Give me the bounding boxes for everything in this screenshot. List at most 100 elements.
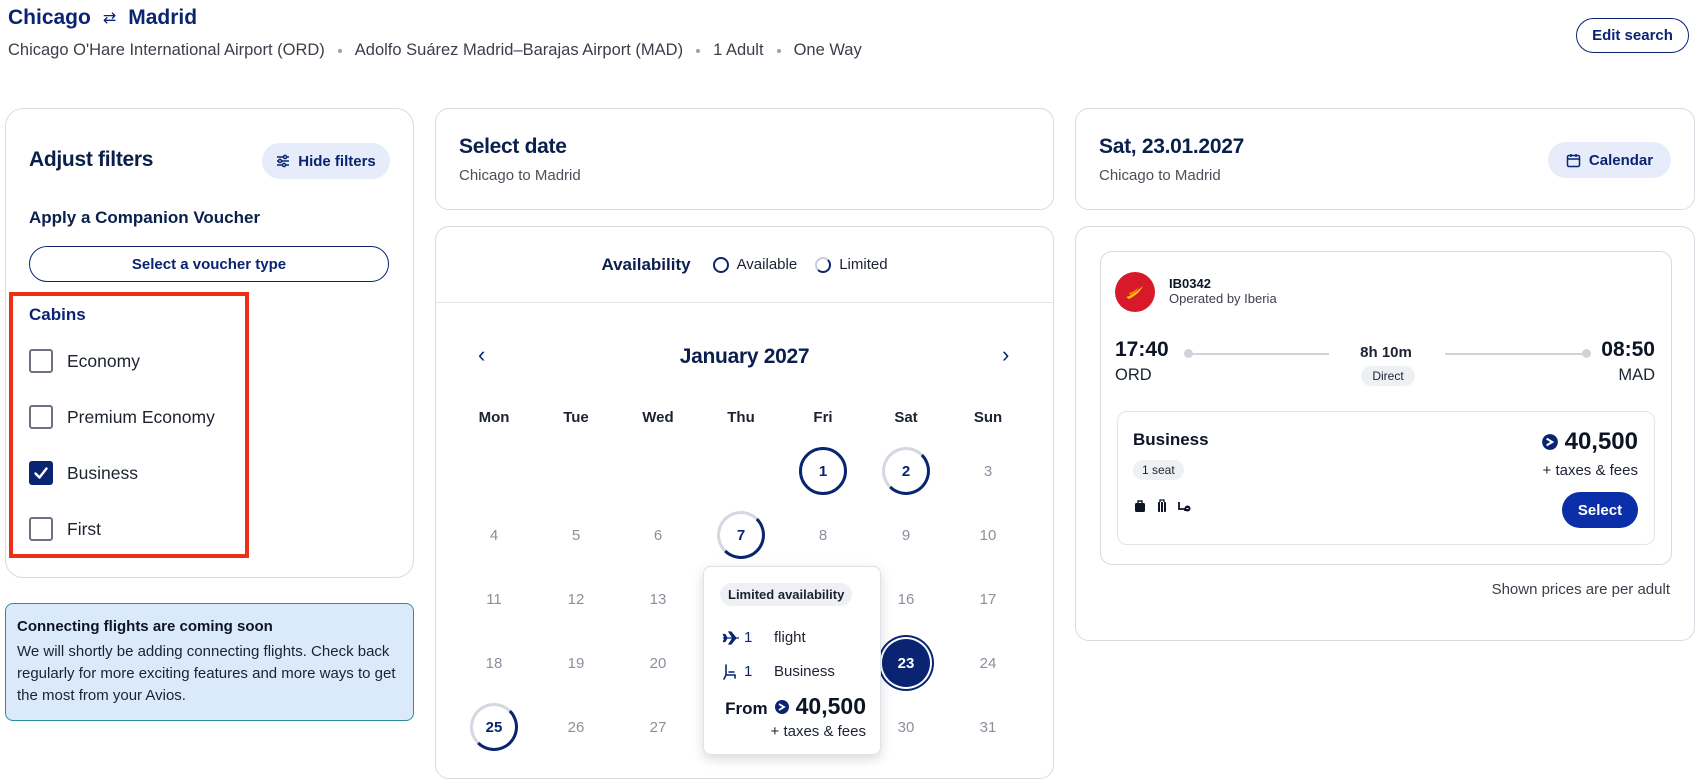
cabin-option-business[interactable]: Business (29, 461, 138, 485)
connecting-flights-notice: Connecting flights are coming soon We wi… (5, 603, 414, 721)
cabin-label: Economy (67, 350, 140, 371)
calendar-button-label: Calendar (1588, 151, 1654, 169)
calendar-month: January 2027 (679, 345, 810, 368)
bag-icon (1135, 500, 1145, 512)
calendar-day[interactable]: 31 (964, 703, 1012, 751)
cabin-label: Premium Economy (67, 406, 215, 427)
route-end-dot (1582, 349, 1591, 358)
fare-taxes: + taxes & fees (1542, 462, 1638, 479)
seat-change-icon (1178, 502, 1191, 512)
economy-checkbox[interactable] (29, 349, 53, 373)
calendar-button[interactable]: Calendar (1548, 142, 1671, 178)
calendar-day[interactable]: 4 (470, 511, 518, 559)
amenities (1133, 499, 1191, 513)
weekday-label: Mon (478, 409, 510, 426)
calendar-day[interactable]: 27 (634, 703, 682, 751)
filters-panel: Adjust filters Hide filters Apply a Comp… (5, 108, 414, 578)
hide-filters-label: Hide filters (298, 152, 376, 170)
calendar-day[interactable]: 3 (964, 447, 1012, 495)
route-title: Chicago ⇄ Madrid (8, 6, 197, 30)
operated-by: Operated by Iberia (1169, 291, 1277, 306)
cabin-option-economy[interactable]: Economy (29, 349, 140, 373)
destination-airport: Adolfo Suárez Madrid–Barajas Airport (MA… (354, 41, 684, 59)
avios-icon (774, 699, 789, 714)
voucher-heading: Apply a Companion Voucher (29, 208, 261, 227)
tooltip-taxes: + taxes & fees (770, 723, 866, 740)
tooltip-cabin-row: 1 Business (722, 663, 835, 680)
calendar-day[interactable]: 20 (634, 639, 682, 687)
weekday-label: Sun (973, 409, 1003, 426)
check-icon (34, 467, 48, 479)
weekday-label: Fri (813, 409, 833, 426)
separator-dot (696, 48, 701, 53)
availability-tooltip: Limited availability 1 flight 1 Business… (703, 566, 881, 755)
available-ring-icon (712, 256, 729, 273)
calendar-day[interactable]: 30 (882, 703, 930, 751)
route-line (1445, 353, 1583, 355)
limited-availability-badge: Limited availability (720, 583, 853, 606)
calendar-day[interactable]: 19 (552, 639, 600, 687)
cabin-count: 1 (744, 663, 753, 680)
hide-filters-button[interactable]: Hide filters (262, 143, 390, 179)
flight-number: IB0342 (1169, 276, 1211, 291)
premium-economy-checkbox[interactable] (29, 405, 53, 429)
calendar-day[interactable]: 7 (717, 511, 765, 559)
calendar-day[interactable]: 24 (964, 639, 1012, 687)
fare-option: Business 1 seat 40,500 + taxes & fees Se… (1117, 411, 1655, 545)
flights-label: flight (774, 629, 806, 646)
cabin-option-first[interactable]: First (29, 517, 101, 541)
calendar-day[interactable]: 12 (552, 575, 600, 623)
calendar-icon (1566, 153, 1581, 167)
edit-search-button[interactable]: Edit search (1576, 18, 1689, 53)
fare-price-value: 40,500 (1564, 428, 1638, 455)
notice-title: Connecting flights are coming soon (17, 618, 273, 635)
tooltip-flights-row: 1 flight (722, 629, 806, 646)
calendar-day[interactable]: 18 (470, 639, 518, 687)
calendar-day[interactable]: 13 (634, 575, 682, 623)
calendar-day[interactable]: 9 (882, 511, 930, 559)
select-date-header: Select date Chicago to Madrid (435, 108, 1054, 210)
fare-class: Business (1133, 430, 1209, 449)
separator-dot (337, 48, 342, 53)
select-voucher-button[interactable]: Select a voucher type (29, 246, 389, 282)
tooltip-price: From 40,500 (725, 693, 866, 720)
select-flight-button[interactable]: Select (1562, 492, 1638, 528)
limited-label: Limited (839, 256, 888, 273)
calendar-day[interactable]: 8 (799, 511, 847, 559)
calendar-day[interactable]: 6 (634, 511, 682, 559)
calendar-day[interactable]: 5 (552, 511, 600, 559)
availability-label: Availability (601, 254, 691, 274)
destination-city: Madrid (128, 6, 198, 29)
selected-date-title: Sat, 23.01.2027 (1099, 135, 1244, 158)
cabin-option-premium-economy[interactable]: Premium Economy (29, 405, 215, 429)
business-checkbox[interactable] (29, 461, 53, 485)
calendar-day[interactable]: 1 (799, 447, 847, 495)
origin-airport: Chicago O'Hare International Airport (OR… (8, 41, 325, 59)
weekday-label: Wed (642, 409, 674, 426)
arrival-code: MAD (1618, 366, 1655, 384)
first-checkbox[interactable] (29, 517, 53, 541)
calendar-day[interactable]: 16 (882, 575, 930, 623)
from-label: From (725, 699, 768, 718)
cabin-label: Business (774, 663, 835, 680)
seat-icon (723, 663, 736, 680)
limited-ring-icon (815, 256, 832, 273)
separator-dot (776, 48, 781, 53)
calendar-day[interactable]: 10 (964, 511, 1012, 559)
seats-badge: 1 seat (1133, 460, 1184, 480)
swap-arrows-icon: ⇄ (102, 10, 117, 27)
calendar-day[interactable]: 26 (552, 703, 600, 751)
calendar-day[interactable]: 11 (470, 575, 518, 623)
tooltip-price-value: 40,500 (795, 693, 866, 719)
cabins-heading: Cabins (29, 305, 86, 324)
cabin-label: Business (67, 462, 139, 483)
flight-results-panel: IB0342 Operated by Iberia 17:40 ORD 08:5… (1075, 226, 1695, 641)
calendar-day[interactable]: 2 (882, 447, 930, 495)
search-summary: Chicago O'Hare International Airport (OR… (8, 41, 862, 60)
origin-city: Chicago (8, 6, 91, 29)
calendar-day-selected[interactable]: 23 (882, 639, 930, 687)
calendar-day[interactable]: 17 (964, 575, 1012, 623)
luggage-icon (1158, 499, 1166, 512)
next-month-icon[interactable]: › (1002, 342, 1009, 368)
calendar-day[interactable]: 25 (470, 703, 518, 751)
